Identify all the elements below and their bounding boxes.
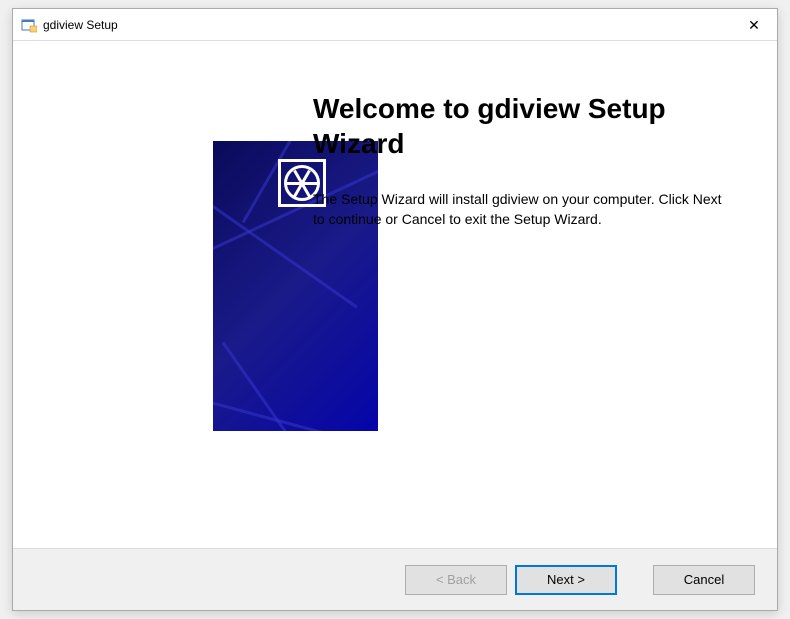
page-body-text: The Setup Wizard will install gdiview on… [313,189,722,230]
setup-wizard-window: gdiview Setup ✕ Welcome to gdiv [12,8,778,611]
back-button: < Back [405,565,507,595]
installer-icon [21,17,37,33]
close-button[interactable]: ✕ [731,9,777,41]
cancel-button[interactable]: Cancel [653,565,755,595]
close-icon: ✕ [748,17,760,34]
content-area: Welcome to gdiview Setup Wizard The Setu… [13,41,777,548]
page-heading: Welcome to gdiview Setup Wizard [313,91,722,161]
window-title: gdiview Setup [43,18,118,32]
main-content: Welcome to gdiview Setup Wizard The Setu… [313,41,757,250]
button-bar: < Back Next > Cancel [13,548,777,610]
next-button[interactable]: Next > [515,565,617,595]
titlebar: gdiview Setup ✕ [13,9,777,41]
